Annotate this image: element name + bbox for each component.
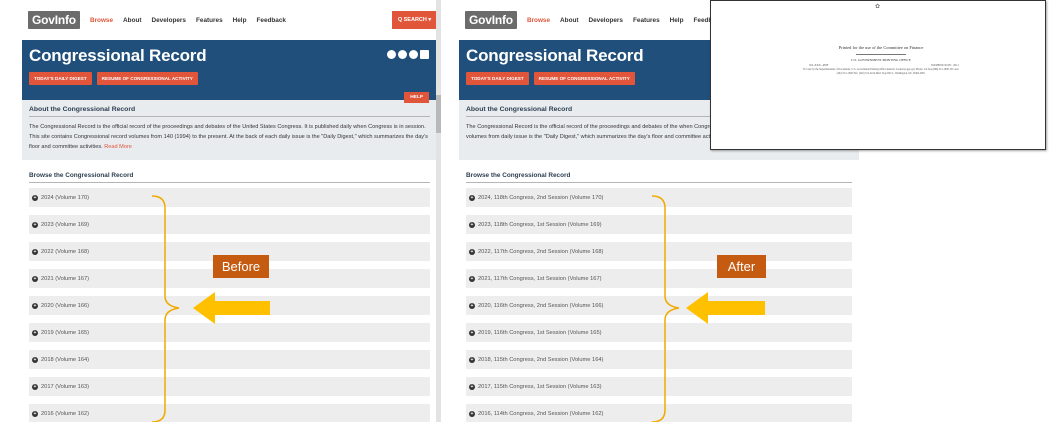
before-bracket bbox=[151, 195, 180, 422]
document-place-year: WASHINGTON : 2011 bbox=[930, 63, 959, 67]
comparison-screenshot: GovInfo Browse About Developers Features… bbox=[0, 0, 1050, 422]
gpo-seal-icon: ✿ bbox=[875, 4, 881, 10]
document-preview-window: ✿ Printed for the use of the Committee o… bbox=[710, 0, 1046, 150]
document-number: XX-XXX--PDF bbox=[809, 63, 829, 67]
sale-fine-print: For sale by the Superintendent of Docume… bbox=[803, 68, 959, 75]
gpo-heading: U.S. GOVERNMENT PRINTING OFFICE bbox=[851, 58, 911, 62]
after-label: After bbox=[717, 255, 766, 278]
after-arrow bbox=[686, 292, 765, 324]
before-arrow bbox=[193, 292, 270, 324]
before-label: Before bbox=[213, 255, 269, 278]
after-bracket bbox=[651, 195, 680, 422]
gpo-details-row: XX-XXX--PDF WASHINGTON : 2011 bbox=[809, 63, 959, 67]
document-divider bbox=[856, 54, 906, 55]
printed-for-text: Printed for the use of the Committee on … bbox=[838, 45, 924, 50]
